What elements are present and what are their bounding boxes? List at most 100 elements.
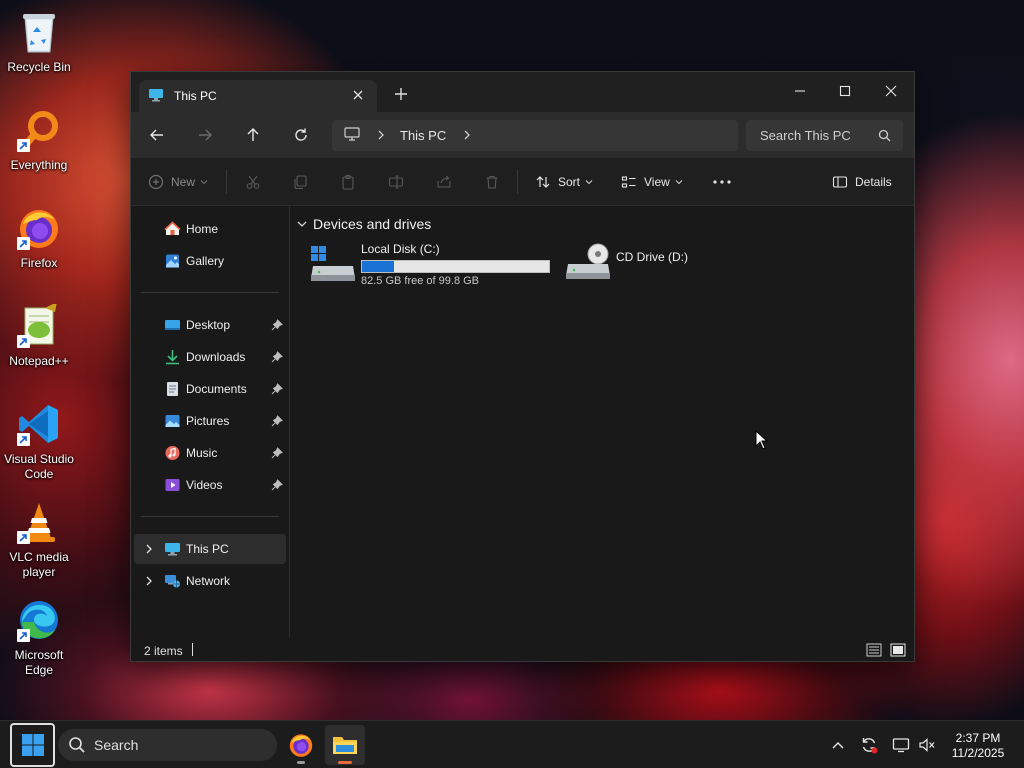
search-input[interactable]: Search This PC [746, 120, 903, 151]
new-button[interactable]: New [148, 172, 208, 192]
desktop-icon-everything[interactable]: Everything [2, 106, 76, 173]
refresh-button[interactable] [290, 124, 312, 146]
breadcrumb-chevron-icon[interactable] [376, 129, 386, 143]
desktop-icon-recycle-bin[interactable]: Recycle Bin [2, 8, 76, 75]
close-icon [885, 85, 897, 97]
recycle-bin-icon [15, 8, 63, 56]
desktop-icon-firefox[interactable]: Firefox [2, 204, 76, 271]
taskbar-firefox[interactable] [281, 725, 321, 765]
sort-label: Sort [558, 175, 581, 189]
drive-name: CD Drive (D:) [616, 250, 688, 264]
chevron-down-icon [585, 180, 593, 185]
tab-this-pc[interactable]: This PC [139, 80, 377, 112]
edge-icon [15, 596, 63, 644]
volume-muted-icon[interactable] [917, 735, 937, 755]
paste-button[interactable] [340, 172, 356, 192]
arrow-up-icon [247, 128, 259, 141]
sidebar-item-desktop[interactable]: Desktop [134, 310, 286, 340]
start-button[interactable] [10, 723, 55, 767]
share-icon [437, 175, 451, 188]
view-button[interactable]: View [621, 172, 683, 192]
desktop-icon-vscode[interactable]: Visual Studio Code [2, 400, 76, 482]
expand-chevron-icon[interactable] [143, 575, 155, 587]
maximize-button[interactable] [830, 78, 860, 104]
paste-icon [342, 174, 354, 190]
copy-icon [294, 175, 307, 190]
details-view-icon[interactable] [866, 643, 882, 657]
taskbar-file-explorer[interactable] [325, 725, 365, 765]
music-icon [164, 445, 181, 461]
sidebar-item-pictures[interactable]: Pictures [134, 406, 286, 436]
tab-close-icon[interactable] [351, 88, 365, 102]
pin-icon[interactable] [271, 415, 283, 427]
navigation-pane: Home Gallery Desktop Downloads Documents… [131, 206, 290, 637]
sidebar-item-home[interactable]: Home [134, 214, 286, 244]
details-pane-icon [832, 176, 848, 188]
sidebar-item-downloads[interactable]: Downloads [134, 342, 286, 372]
network-icon[interactable] [891, 735, 911, 755]
desktop-icon-vlc[interactable]: VLC media player [2, 498, 76, 580]
forward-button[interactable] [194, 124, 216, 146]
desktop-icon-label: Visual Studio Code [4, 452, 74, 481]
home-icon [164, 221, 181, 237]
pin-icon[interactable] [271, 447, 283, 459]
system-clock[interactable]: 2:37 PM 11/2/2025 [945, 731, 1011, 761]
pin-icon[interactable] [271, 383, 283, 395]
sort-button[interactable]: Sort [535, 172, 593, 192]
minimize-button[interactable] [785, 78, 815, 104]
item-count: 2 items [144, 644, 183, 658]
sidebar-item-network[interactable]: Network [134, 566, 286, 596]
sidebar-item-label: Music [186, 446, 218, 460]
taskbar: Search 2:37 PM 11/2/2025 [0, 720, 1024, 768]
firefox-icon [289, 734, 313, 757]
sidebar-item-documents[interactable]: Documents [134, 374, 286, 404]
pictures-icon [164, 413, 181, 429]
share-button[interactable] [436, 172, 452, 192]
desktop-icon-notepad-plus-plus[interactable]: Notepad++ [2, 302, 76, 369]
cut-icon [246, 175, 260, 189]
drive-usage-fill [362, 261, 395, 272]
drive-cd-d[interactable]: CD Drive (D:) [566, 242, 726, 290]
details-pane-button[interactable]: Details [832, 172, 892, 192]
windows-logo-icon [21, 734, 44, 756]
address-bar[interactable]: This PC [332, 120, 738, 151]
chevron-up-icon[interactable] [828, 735, 848, 755]
title-bar[interactable]: This PC [131, 72, 914, 112]
search-placeholder: Search This PC [760, 128, 851, 143]
sidebar-item-label: Network [186, 574, 231, 588]
group-header-devices[interactable]: Devices and drives [297, 216, 431, 232]
videos-icon [164, 477, 181, 493]
taskbar-search[interactable]: Search [58, 729, 277, 761]
desktop-icon-label: VLC media player [9, 550, 69, 579]
sidebar-item-label: Desktop [186, 318, 231, 332]
new-tab-icon[interactable] [393, 86, 409, 102]
large-icons-view-icon[interactable] [890, 643, 906, 657]
arrow-left-icon [150, 129, 163, 141]
pin-icon[interactable] [271, 319, 283, 331]
cut-button[interactable] [245, 172, 261, 192]
sidebar-item-videos[interactable]: Videos [134, 470, 286, 500]
documents-icon [164, 381, 181, 397]
breadcrumb-chevron-icon[interactable] [462, 129, 472, 143]
sync-icon[interactable] [859, 735, 879, 755]
desktop-icon-edge[interactable]: Microsoft Edge [2, 596, 76, 678]
delete-button[interactable] [484, 172, 500, 192]
up-button[interactable] [242, 124, 264, 146]
rename-button[interactable] [388, 172, 404, 192]
breadcrumb-this-pc[interactable]: This PC [400, 128, 446, 143]
drive-local-disk-c[interactable]: Local Disk (C:) 82.5 GB free of 99.8 GB [311, 242, 551, 290]
close-window-button[interactable] [876, 78, 906, 104]
drive-free-space: 82.5 GB free of 99.8 GB [361, 275, 480, 287]
copy-button[interactable] [292, 172, 308, 192]
more-options-button[interactable] [712, 172, 732, 192]
sidebar-item-gallery[interactable]: Gallery [134, 246, 286, 276]
sort-icon [536, 176, 550, 188]
sidebar-item-music[interactable]: Music [134, 438, 286, 468]
expand-chevron-icon[interactable] [143, 543, 155, 555]
back-button[interactable] [146, 124, 168, 146]
shortcut-arrow-icon [17, 433, 30, 446]
pin-icon[interactable] [271, 351, 283, 363]
command-bar: New Sort View Details [131, 158, 914, 206]
sidebar-item-this-pc[interactable]: This PC [134, 534, 286, 564]
pin-icon[interactable] [271, 479, 283, 491]
